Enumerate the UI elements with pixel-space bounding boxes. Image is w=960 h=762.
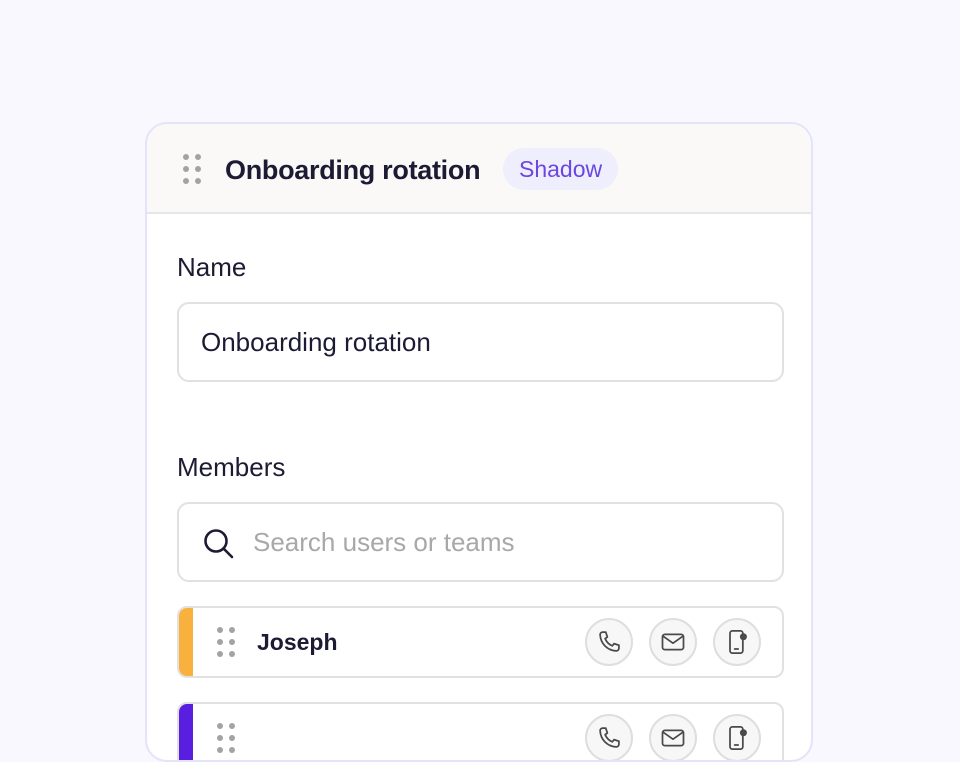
member-row[interactable] bbox=[177, 702, 784, 760]
email-button[interactable] bbox=[649, 714, 697, 760]
mail-icon bbox=[661, 729, 685, 747]
drag-handle-icon[interactable] bbox=[217, 627, 235, 657]
drag-handle-icon[interactable] bbox=[183, 154, 201, 184]
name-field-value[interactable]: Onboarding rotation bbox=[201, 326, 431, 358]
card-header: Onboarding rotation Shadow bbox=[147, 124, 811, 214]
member-search-input[interactable]: Search users or teams bbox=[177, 502, 784, 582]
member-name: Joseph bbox=[257, 629, 338, 655]
mobile-notification-icon bbox=[729, 726, 747, 750]
member-row[interactable]: Joseph bbox=[177, 606, 784, 678]
mail-icon bbox=[661, 633, 685, 651]
rotation-card: Onboarding rotation Shadow Name Onboardi… bbox=[145, 122, 813, 762]
search-placeholder: Search users or teams bbox=[253, 527, 515, 557]
member-color-accent bbox=[179, 704, 193, 760]
mobile-notification-button[interactable] bbox=[713, 714, 761, 760]
drag-handle-icon[interactable] bbox=[217, 723, 235, 753]
search-icon bbox=[204, 529, 234, 559]
card-title: Onboarding rotation bbox=[225, 155, 481, 185]
phone-icon bbox=[599, 727, 620, 748]
phone-icon bbox=[599, 631, 620, 652]
email-button[interactable] bbox=[649, 618, 697, 666]
name-label: Name bbox=[177, 252, 247, 282]
shadow-badge: Shadow bbox=[503, 148, 619, 190]
mobile-notification-button[interactable] bbox=[713, 618, 761, 666]
name-field[interactable]: Onboarding rotation bbox=[177, 302, 784, 382]
phone-button[interactable] bbox=[585, 714, 633, 760]
member-color-accent bbox=[179, 608, 193, 676]
mobile-notification-icon bbox=[729, 630, 747, 654]
phone-button[interactable] bbox=[585, 618, 633, 666]
members-label: Members bbox=[177, 452, 286, 482]
